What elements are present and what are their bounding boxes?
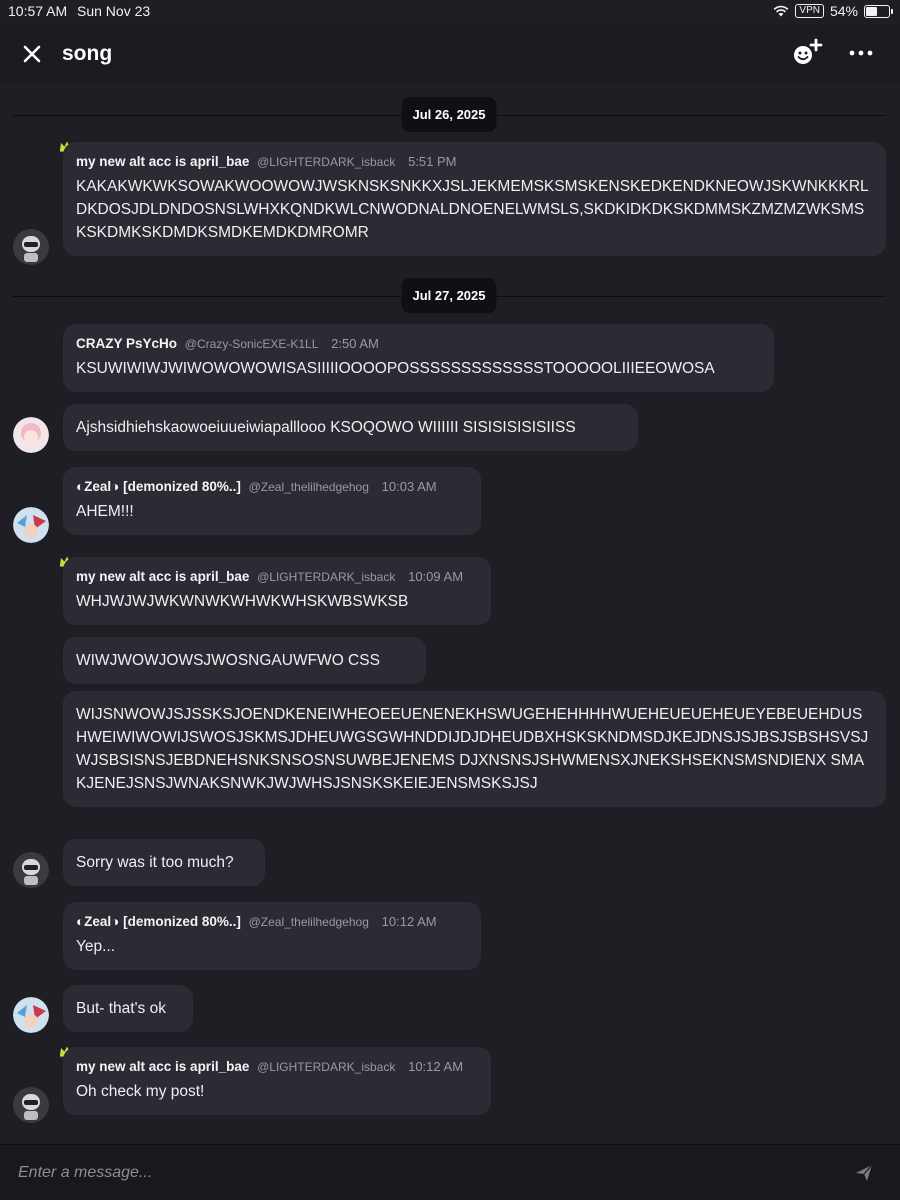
close-button[interactable]	[18, 40, 46, 68]
date-divider: Jul 26, 2025	[12, 97, 886, 133]
date-pill: Jul 26, 2025	[401, 97, 497, 132]
message-time: 5:51 PM	[408, 154, 457, 169]
date-divider: Jul 27, 2025	[12, 278, 886, 314]
sender-name[interactable]: ◐Zeal◑ [demonized 80%..]	[76, 479, 241, 494]
sender-handle: @Zeal_thelilhedgehog	[248, 480, 369, 494]
message-bubble[interactable]: my new alt acc is april_bae @LIGHTERDARK…	[63, 1047, 491, 1115]
message-bubble[interactable]: Sorry was it too much?	[63, 839, 265, 886]
message-text: Yep...	[76, 938, 116, 955]
message-text: But- that's ok	[76, 1000, 166, 1017]
status-right-group: VPN 54%	[773, 3, 893, 19]
message-text: WIWJWOWJOWSJWOSNGAUWFWO CSS	[76, 652, 380, 669]
message-list[interactable]: Jul 26, 2025 my new alt acc is april_bae…	[0, 84, 900, 1144]
chat-title: song	[62, 42, 113, 65]
message-text: Ajshsidhiehskaowoeiuueiwiapalllooo KSOQO…	[76, 419, 576, 436]
message-bubble[interactable]: WIJSNWOWJSJSSKSJOENDKENEIWHEOEEUENENEKHS…	[63, 691, 886, 807]
sender-handle: @LIGHTERDARK_isback	[257, 570, 396, 584]
message-bubble[interactable]: Ajshsidhiehskaowoeiuueiwiapalllooo KSOQO…	[63, 404, 638, 451]
message-text: AHEM!!!	[76, 503, 134, 520]
avatar[interactable]	[13, 852, 49, 888]
add-emoji-icon	[794, 38, 823, 64]
message-time: 2:50 AM	[331, 336, 379, 351]
wifi-icon	[774, 5, 789, 17]
message-text: KSUWIWIWJWIWOWOWOWISASIIIIIOOOOPOSSSSSSS…	[76, 360, 715, 377]
hedgehog-avatar-icon	[13, 507, 49, 543]
message-meta: my new alt acc is april_bae @LIGHTERDARK…	[76, 569, 478, 584]
battery-fill	[866, 6, 877, 16]
message-meta: my new alt acc is april_bae @LIGHTERDARK…	[76, 1059, 478, 1074]
chat-header: song	[0, 24, 900, 84]
sender-name[interactable]: my new alt acc is april_bae	[76, 569, 249, 584]
message-text: Sorry was it too much?	[76, 854, 234, 871]
avatar[interactable]	[13, 417, 49, 453]
send-button[interactable]	[854, 1163, 874, 1183]
status-bar: 10:57 AM Sun Nov 23 VPN 54%	[0, 0, 900, 24]
sender-name[interactable]: ◐Zeal◑ [demonized 80%..]	[76, 914, 241, 929]
avatar[interactable]	[13, 1087, 49, 1123]
message-input[interactable]	[18, 1158, 818, 1188]
sender-handle: @Crazy-SonicEXE-K1LL	[184, 337, 319, 351]
message-text: Oh check my post!	[76, 1083, 205, 1100]
message-time: 10:12 AM	[381, 914, 437, 929]
close-icon	[23, 45, 41, 63]
message-bubble[interactable]: ◐Zeal◑ [demonized 80%..] @Zeal_thelilhed…	[63, 902, 481, 970]
message-composer	[0, 1144, 900, 1200]
anime-avatar-icon	[13, 417, 49, 453]
status-date: Sun Nov 23	[77, 3, 151, 19]
message-bubble[interactable]: ◐Zeal◑ [demonized 80%..] @Zeal_thelilhed…	[63, 467, 481, 535]
send-icon	[856, 1164, 873, 1181]
avatar[interactable]	[13, 997, 49, 1033]
message-meta: my new alt acc is april_bae @LIGHTERDARK…	[76, 154, 873, 169]
message-meta: ◐Zeal◑ [demonized 80%..] @Zeal_thelilhed…	[76, 914, 468, 929]
message-bubble[interactable]: But- that's ok	[63, 985, 193, 1032]
date-pill: Jul 27, 2025	[401, 278, 497, 313]
message-text: KAKAKWKWKSOWAKWOOWOWJWSKNSKSNKKXJSLJEKME…	[76, 178, 869, 241]
robot-avatar-icon	[13, 852, 49, 888]
message-bubble[interactable]: CRAZY PsYcHo @Crazy-SonicEXE-K1LL 2:50 A…	[63, 324, 774, 392]
sender-handle: @LIGHTERDARK_isback	[257, 1060, 396, 1074]
robot-avatar-icon	[13, 1087, 49, 1123]
message-bubble[interactable]: my new alt acc is april_bae @LIGHTERDARK…	[63, 142, 886, 256]
robot-avatar-icon	[13, 229, 49, 265]
more-options-button[interactable]	[848, 46, 874, 60]
avatar[interactable]	[13, 507, 49, 543]
message-time: 10:12 AM	[408, 1059, 464, 1074]
message-bubble[interactable]: my new alt acc is april_bae @LIGHTERDARK…	[63, 557, 491, 625]
battery-percent: 54%	[829, 3, 858, 19]
battery-icon	[864, 4, 893, 18]
sender-handle: @Zeal_thelilhedgehog	[248, 915, 369, 929]
message-meta: ◐Zeal◑ [demonized 80%..] @Zeal_thelilhed…	[76, 479, 468, 494]
message-time: 10:03 AM	[381, 479, 437, 494]
status-time: 10:57 AM	[8, 3, 68, 19]
message-time: 10:09 AM	[408, 569, 464, 584]
sender-handle: @LIGHTERDARK_isback	[257, 155, 396, 169]
message-text: WIJSNWOWJSJSSKSJOENDKENEIWHEOEEUENENEKHS…	[76, 706, 869, 792]
message-meta: CRAZY PsYcHo @Crazy-SonicEXE-K1LL 2:50 A…	[76, 336, 761, 351]
sender-name[interactable]: my new alt acc is april_bae	[76, 1059, 249, 1074]
more-dots-icon	[849, 50, 873, 56]
sender-name[interactable]: CRAZY PsYcHo	[76, 336, 177, 351]
hedgehog-avatar-icon	[13, 997, 49, 1033]
avatar[interactable]	[13, 229, 49, 265]
add-member-button[interactable]	[790, 38, 824, 68]
message-text: WHJWJWJWKWNWKWHWKWHSKWBSWKSB	[76, 593, 409, 610]
message-bubble[interactable]: WIWJWOWJOWSJWOSNGAUWFWO CSS	[63, 637, 426, 684]
vpn-badge: VPN	[795, 4, 824, 18]
sender-name[interactable]: my new alt acc is april_bae	[76, 154, 249, 169]
